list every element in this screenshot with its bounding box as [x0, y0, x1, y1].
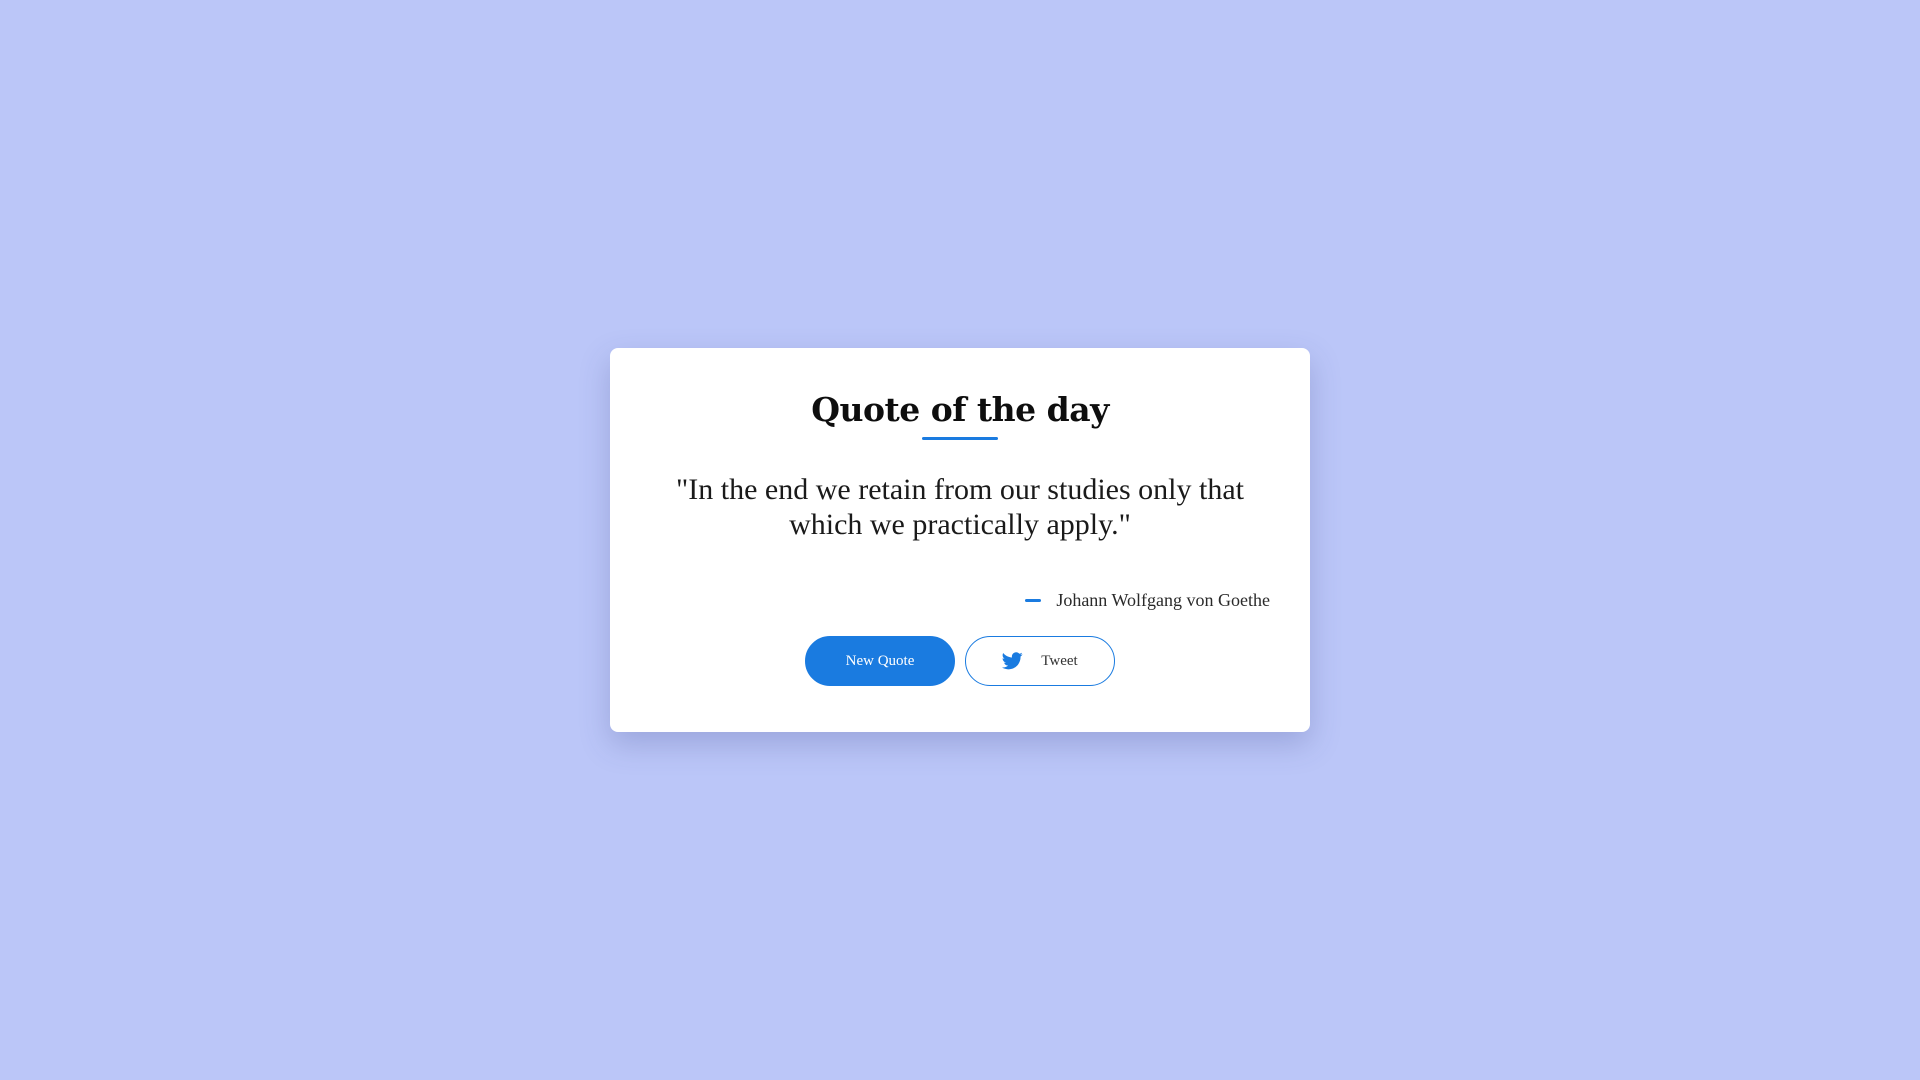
- quote-text: "In the end we retain from our studies o…: [676, 473, 1244, 541]
- page-title: Quote of the day: [811, 390, 1109, 429]
- quote-author: Johann Wolfgang von Goethe: [1025, 590, 1270, 611]
- quote-card: Quote of the day "In the end we retain f…: [610, 348, 1310, 732]
- author-dash: [1025, 599, 1042, 602]
- new-quote-button[interactable]: New Quote: [805, 636, 955, 686]
- tweet-button[interactable]: Tweet: [965, 636, 1115, 686]
- title-underline: [922, 437, 998, 440]
- twitter-icon: [1002, 652, 1023, 670]
- author-name: Johann Wolfgang von Goethe: [1056, 590, 1270, 610]
- tweet-label: Tweet: [1041, 652, 1078, 669]
- new-quote-label: New Quote: [845, 652, 915, 669]
- action-buttons: New Quote Tweet: [610, 636, 1310, 686]
